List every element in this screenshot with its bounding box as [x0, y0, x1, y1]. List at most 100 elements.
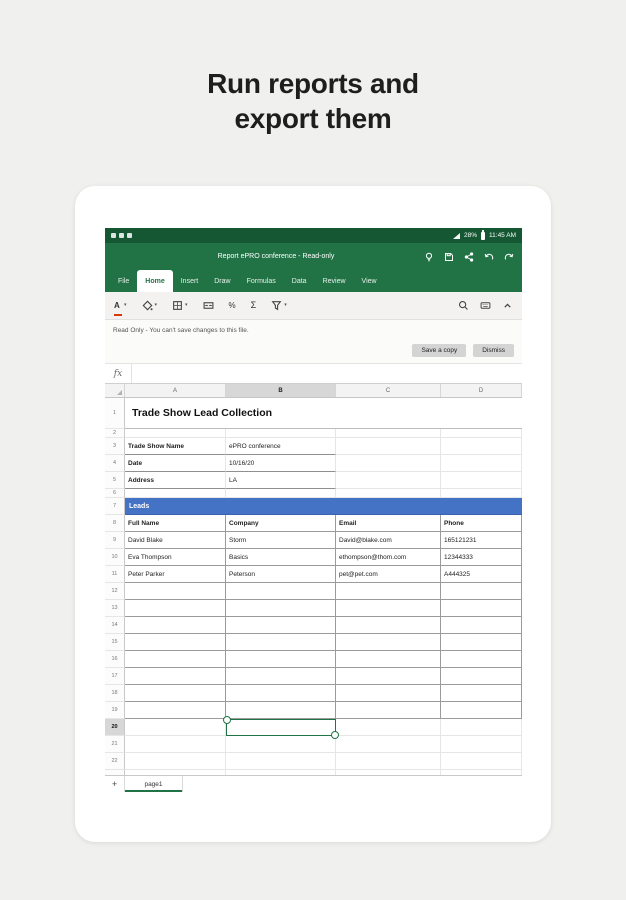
tab-data[interactable]: Data — [284, 270, 315, 292]
row-header-2[interactable]: 2 — [105, 429, 125, 438]
select-all-corner[interactable] — [105, 384, 125, 397]
row-header-8[interactable]: 8 — [105, 515, 125, 532]
column-header-C[interactable]: C — [336, 384, 441, 397]
lightbulb-icon[interactable] — [424, 252, 434, 262]
share-icon[interactable] — [464, 251, 474, 262]
row-header-13[interactable]: 13 — [105, 600, 125, 617]
fill-color-icon[interactable]: ▾ — [142, 300, 157, 311]
cell[interactable] — [441, 719, 522, 736]
row-header-22[interactable]: 22 — [105, 753, 125, 770]
cell[interactable] — [125, 583, 226, 600]
cell[interactable] — [336, 719, 441, 736]
keyboard-icon[interactable] — [480, 300, 491, 311]
cell[interactable] — [336, 600, 441, 617]
cell[interactable] — [336, 668, 441, 685]
row-header-17[interactable]: 17 — [105, 668, 125, 685]
cell[interactable] — [125, 651, 226, 668]
cell[interactable] — [226, 489, 336, 498]
cell[interactable] — [336, 770, 441, 775]
cell[interactable] — [336, 617, 441, 634]
cell[interactable] — [226, 770, 336, 775]
column-header-D[interactable]: D — [441, 384, 522, 397]
row-header-12[interactable]: 12 — [105, 583, 125, 600]
cell[interactable]: Phone — [441, 515, 522, 532]
tab-home[interactable]: Home — [137, 270, 173, 292]
row-header-9[interactable]: 9 — [105, 532, 125, 549]
sort-filter-icon[interactable]: ▾ — [271, 300, 287, 311]
cell[interactable]: Peterson — [226, 566, 336, 583]
cell[interactable] — [226, 583, 336, 600]
cell[interactable] — [441, 736, 522, 753]
cell[interactable]: Peter Parker — [125, 566, 226, 583]
tab-view[interactable]: View — [354, 270, 385, 292]
cell[interactable] — [226, 736, 336, 753]
cell[interactable] — [441, 438, 522, 455]
row-header-14[interactable]: 14 — [105, 617, 125, 634]
cell[interactable] — [226, 617, 336, 634]
cell[interactable]: 12344333 — [441, 549, 522, 566]
cell[interactable] — [125, 753, 226, 770]
cell[interactable] — [441, 651, 522, 668]
cell[interactable] — [336, 489, 441, 498]
row-header-4[interactable]: 4 — [105, 455, 125, 472]
cell[interactable] — [125, 736, 226, 753]
cell[interactable] — [226, 651, 336, 668]
cell[interactable]: Basics — [226, 549, 336, 566]
column-header-A[interactable]: A — [125, 384, 226, 397]
redo-icon[interactable] — [504, 252, 514, 262]
cell[interactable] — [226, 668, 336, 685]
row-header-5[interactable]: 5 — [105, 472, 125, 489]
cell[interactable] — [226, 634, 336, 651]
cell[interactable] — [336, 455, 441, 472]
cell[interactable] — [125, 770, 226, 775]
column-header-B[interactable]: B — [226, 384, 336, 397]
tab-formulas[interactable]: Formulas — [239, 270, 284, 292]
cell[interactable]: Storm — [226, 532, 336, 549]
cell[interactable] — [441, 455, 522, 472]
cell[interactable] — [336, 438, 441, 455]
row-header-10[interactable]: 10 — [105, 549, 125, 566]
cell[interactable] — [226, 753, 336, 770]
autosum-icon[interactable]: Σ — [251, 301, 257, 310]
cell[interactable] — [336, 634, 441, 651]
cell[interactable] — [125, 429, 226, 438]
cell[interactable] — [125, 489, 226, 498]
tab-file[interactable]: File — [110, 270, 137, 292]
cell[interactable] — [441, 634, 522, 651]
dismiss-button[interactable]: Dismiss — [473, 344, 514, 357]
formula-bar[interactable]: fx — [105, 364, 522, 384]
borders-icon[interactable]: ▾ — [172, 300, 188, 311]
cell[interactable]: Eva Thompson — [125, 549, 226, 566]
cell[interactable] — [441, 685, 522, 702]
row-header-21[interactable]: 21 — [105, 736, 125, 753]
font-color-icon[interactable]: A ▾ — [114, 295, 127, 316]
cell[interactable]: Trade Show Name — [125, 438, 226, 455]
cell[interactable] — [441, 600, 522, 617]
cell[interactable]: 165121231 — [441, 532, 522, 549]
cell[interactable] — [441, 668, 522, 685]
cell[interactable] — [125, 634, 226, 651]
cell[interactable] — [125, 617, 226, 634]
cell[interactable] — [336, 429, 441, 438]
row-header-20[interactable]: 20 — [105, 719, 125, 736]
merge-cells-icon[interactable] — [203, 300, 214, 311]
cell[interactable]: 10/16/20 — [226, 455, 336, 472]
cell[interactable] — [336, 702, 441, 719]
cell[interactable] — [441, 429, 522, 438]
sheet-title-cell[interactable]: Trade Show Lead Collection — [125, 398, 522, 429]
cell[interactable]: Email — [336, 515, 441, 532]
row-header-11[interactable]: 11 — [105, 566, 125, 583]
collapse-ribbon-icon[interactable] — [502, 300, 513, 311]
cell[interactable] — [125, 685, 226, 702]
row-header-1[interactable]: 1 — [105, 398, 125, 429]
cell[interactable] — [441, 489, 522, 498]
number-format-icon[interactable]: % — [229, 301, 236, 310]
cell[interactable] — [441, 753, 522, 770]
tab-insert[interactable]: Insert — [173, 270, 207, 292]
cell[interactable]: Date — [125, 455, 226, 472]
tab-review[interactable]: Review — [315, 270, 354, 292]
cell[interactable] — [441, 583, 522, 600]
save-a-copy-button[interactable]: Save a copy — [412, 344, 467, 357]
tab-draw[interactable]: Draw — [206, 270, 238, 292]
row-header-6[interactable]: 6 — [105, 489, 125, 498]
